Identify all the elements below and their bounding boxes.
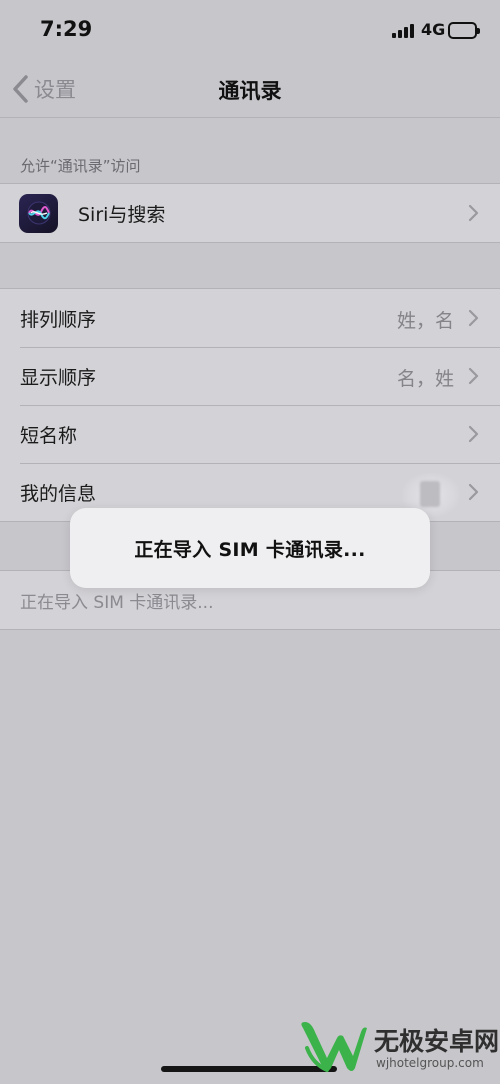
chevron-right-icon (468, 309, 479, 327)
navigation-bar: 设置 通讯录 (0, 60, 500, 118)
battery-icon (448, 22, 480, 39)
chevron-right-icon (468, 483, 479, 501)
display-order-value: 名，姓 (396, 368, 454, 390)
sort-order-value: 姓，名 (396, 310, 454, 332)
toast-message: 正在导入 SIM 卡通讯录... (134, 538, 366, 561)
watermark-title: 无极安卓网 (374, 1027, 500, 1056)
watermark-url: wjhotelgroup.com (376, 1056, 484, 1070)
status-bar: 7:29 4G (0, 0, 500, 60)
siri-group: Siri与搜索 (0, 183, 500, 243)
siri-search-label: Siri与搜索 (78, 203, 166, 226)
sort-order-row[interactable]: 排列顺序 姓，名 (0, 289, 500, 347)
display-order-label: 显示顺序 (20, 366, 97, 389)
contacts-settings-group: 排列顺序 姓，名 显示顺序 名，姓 短名称 我的信息 (0, 288, 500, 522)
short-name-label: 短名称 (20, 424, 78, 447)
network-type: 4G (421, 20, 446, 39)
chevron-right-icon (468, 204, 479, 222)
siri-icon (19, 193, 58, 233)
display-order-row[interactable]: 显示顺序 名，姓 (0, 347, 500, 405)
watermark-logo-icon (301, 1022, 367, 1072)
cellular-signal-icon (392, 24, 414, 38)
import-sim-contacts-label: 正在导入 SIM 卡通讯录... (20, 592, 214, 613)
page-title: 通讯录 (218, 79, 282, 103)
status-time: 7:29 (40, 17, 93, 41)
sort-order-label: 排列顺序 (20, 308, 97, 331)
short-name-row[interactable]: 短名称 (0, 405, 500, 463)
section-header: 允许“通讯录”访问 (20, 157, 141, 175)
my-info-label: 我的信息 (20, 482, 97, 505)
chevron-right-icon (468, 425, 479, 443)
siri-search-row[interactable]: Siri与搜索 (0, 184, 500, 242)
import-progress-toast: 正在导入 SIM 卡通讯录... (70, 508, 430, 588)
chevron-right-icon (468, 367, 479, 385)
